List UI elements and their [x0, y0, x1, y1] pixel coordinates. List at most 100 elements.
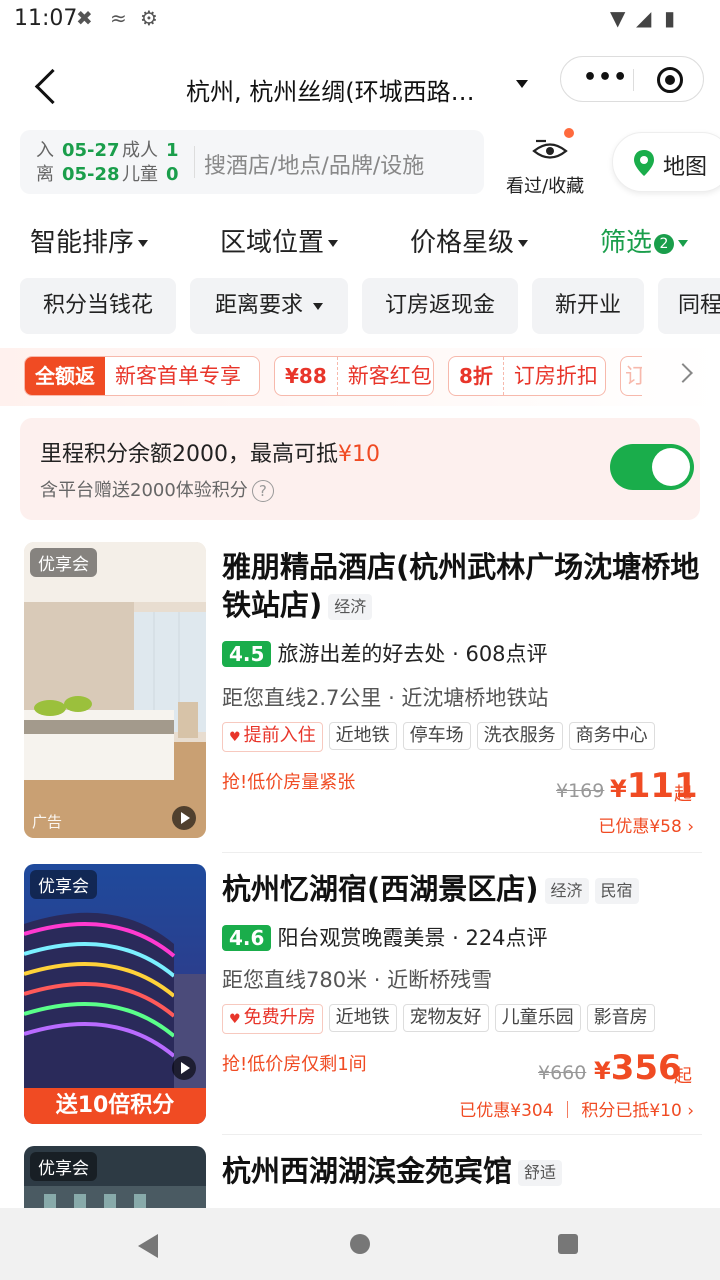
map-button[interactable]: 地图 [612, 132, 720, 192]
chip-points[interactable]: 积分当钱花 [20, 278, 176, 334]
close-target-icon[interactable] [657, 67, 683, 93]
promo-red-packet[interactable]: ¥88 新客红包 [274, 356, 434, 396]
caret-down-icon [518, 240, 529, 247]
savings-text[interactable]: 已优惠¥58 › [560, 812, 694, 837]
status-bar: 11:07 ✖ ≈ ⚙ ▼ ◢ ▮ [0, 0, 720, 40]
facility-tags: 提前入住近地铁停车场洗衣服务商务中心 [222, 722, 661, 752]
hotel-photo[interactable]: 优享会 送10倍积分 [24, 864, 206, 1124]
card-divider [222, 1134, 702, 1135]
promo-left: 8折 [449, 357, 504, 395]
sort-area-label: 区域位置 [220, 228, 325, 258]
currency-symbol: ¥ [594, 1057, 611, 1085]
tag-item: 停车场 [402, 722, 471, 750]
promo-right: 新客红包 [347, 364, 432, 388]
hotel-room-image [24, 542, 206, 838]
map-pin-icon [634, 150, 654, 176]
location-title[interactable]: 杭州, 杭州丝绸(环城西路… [186, 72, 506, 107]
miles-max-amount: ¥10 [338, 442, 380, 467]
checkin-label: 入 [36, 140, 54, 161]
checkin-date[interactable]: 05-27 [62, 140, 120, 162]
sort-filter[interactable]: 筛选 2 [600, 222, 689, 259]
tag-item: 影音房 [586, 1004, 655, 1032]
savings-text[interactable]: 已优惠¥304 ｜ 积分已抵¥10 › [440, 1096, 694, 1121]
hotel-level-tag: 舒适 [518, 1160, 563, 1186]
hotel-name[interactable]: 杭州西湖湖滨金苑宾馆 舒适 [222, 1152, 702, 1190]
hotel-name[interactable]: 杭州忆湖宿(西湖景区店) 经济 民宿 [222, 870, 702, 908]
distance-text: 距您直线780米 · 近断桥残雪 [222, 968, 493, 992]
checkout-date[interactable]: 05-28 [62, 164, 120, 186]
title-dropdown-icon[interactable] [516, 80, 528, 88]
play-icon[interactable] [172, 1056, 196, 1080]
sort-filter-label: 筛选 [600, 228, 653, 258]
system-nav-bar [0, 1208, 720, 1280]
more-dots-icon[interactable]: ••• [583, 65, 628, 90]
miles-note: 含平台赠送2000体验积分? [40, 476, 274, 502]
hotel-card[interactable]: 优享会 杭州西湖湖滨金苑宾馆 舒适 [0, 1146, 720, 1208]
hotel-name-text: 雅朋精品酒店(杭州武林广场沈塘桥地铁站店) [222, 550, 700, 622]
miniprogram-capsule: ••• [560, 56, 704, 102]
children-count[interactable]: 0 [166, 164, 179, 186]
adults-label: 成人 [122, 140, 158, 161]
hotel-name-text: 杭州忆湖宿(西湖景区店) [222, 872, 539, 906]
points-banner: 送10倍积分 [24, 1088, 206, 1124]
filter-count-badge: 2 [654, 233, 675, 254]
sort-smart-label: 智能排序 [30, 228, 135, 258]
tag-item: 近地铁 [328, 722, 397, 750]
urgent-notice: 抢!低价房量紧张 [222, 772, 356, 793]
promo-more[interactable]: 订 [620, 356, 642, 396]
ad-label: 广告 [32, 813, 63, 831]
chip-distance[interactable]: 距离要求 [190, 278, 348, 334]
member-badge: 优享会 [30, 1152, 97, 1181]
chip-tongcheng[interactable]: 同程 [658, 278, 720, 334]
caret-down-icon [313, 302, 323, 310]
back-arrow-icon[interactable] [30, 68, 70, 108]
hotel-card[interactable]: 优享会 广告 雅朋精品酒店(杭州武林广场沈塘桥地铁站店) 经济 4.5 旅游出差的好… [0, 542, 720, 842]
map-label: 地图 [663, 155, 708, 180]
distance-text: 距您直线2.7公里 · 近沈塘桥地铁站 [222, 686, 549, 710]
caret-down-icon [328, 240, 339, 247]
price-from-suffix: 起 [674, 1066, 692, 1087]
search-input[interactable]: 搜酒店/地点/品牌/设施 [204, 148, 424, 180]
tag-item: 儿童乐园 [494, 1004, 581, 1032]
battery-icon: ▮ [664, 6, 676, 30]
hotel-card[interactable]: 优享会 送10倍积分 杭州忆湖宿(西湖景区店) 经济 民宿 4.6 阳台观赏晚霞美景 … [0, 864, 720, 1126]
chevron-right-icon[interactable] [673, 363, 693, 383]
promo-full-refund[interactable]: 全额返 新客首单专享 [24, 356, 260, 396]
hotel-building-image [24, 864, 206, 1124]
adults-count[interactable]: 1 [166, 140, 179, 162]
chip-new-open[interactable]: 新开业 [532, 278, 644, 334]
system-home-icon[interactable] [350, 1234, 370, 1254]
miles-toggle[interactable] [610, 444, 694, 490]
hotel-photo[interactable]: 优享会 [24, 1146, 206, 1208]
play-icon[interactable] [172, 806, 196, 830]
hotel-level-tag: 经济 [328, 594, 373, 620]
rating-row: 4.5 旅游出差的好去处 · 608点评 [222, 638, 548, 668]
original-price: ¥660 [538, 1062, 587, 1084]
system-recents-icon[interactable] [558, 1234, 578, 1254]
search-box[interactable]: 入 05-27 成人 1 离 05-28 儿童 0 搜酒店/地点/品牌/设施 [20, 130, 484, 194]
help-question-icon[interactable]: ? [251, 480, 274, 502]
chip-cashback[interactable]: 订房返现金 [362, 278, 518, 334]
review-text: 阳台观赏晚霞美景 · 224点评 [277, 926, 548, 950]
member-badge: 优享会 [30, 870, 97, 899]
hotel-photo[interactable]: 优享会 广告 [24, 542, 206, 838]
urgent-notice: 抢!低价房仅剩1间 [222, 1054, 367, 1075]
hotel-name[interactable]: 雅朋精品酒店(杭州武林广场沈塘桥地铁站店) 经济 [222, 548, 702, 624]
system-back-icon[interactable] [138, 1234, 158, 1258]
currency-symbol: ¥ [610, 775, 627, 803]
capsule-divider [633, 69, 634, 91]
promo-discount[interactable]: 8折 订房折扣 [448, 356, 606, 396]
caret-down-icon [138, 240, 149, 247]
hotel-level-tag: 民宿 [594, 878, 639, 904]
history-favorites-button[interactable]: 看过/收藏 [506, 128, 594, 197]
sort-smart[interactable]: 智能排序 [30, 222, 149, 259]
new-dot-icon [564, 128, 574, 138]
promo-right: 订房折扣 [513, 364, 598, 388]
price-from-suffix: 起 [674, 784, 692, 805]
sort-price[interactable]: 价格星级 [410, 222, 529, 259]
miles-balance-text: 里程积分余额2000，最高可抵¥10 [40, 436, 380, 468]
sort-area[interactable]: 区域位置 [220, 222, 339, 259]
miles-note-text: 含平台赠送2000体验积分 [40, 480, 248, 501]
eye-icon [532, 139, 568, 159]
hotel-name-text: 杭州西湖湖滨金苑宾馆 [222, 1154, 513, 1188]
